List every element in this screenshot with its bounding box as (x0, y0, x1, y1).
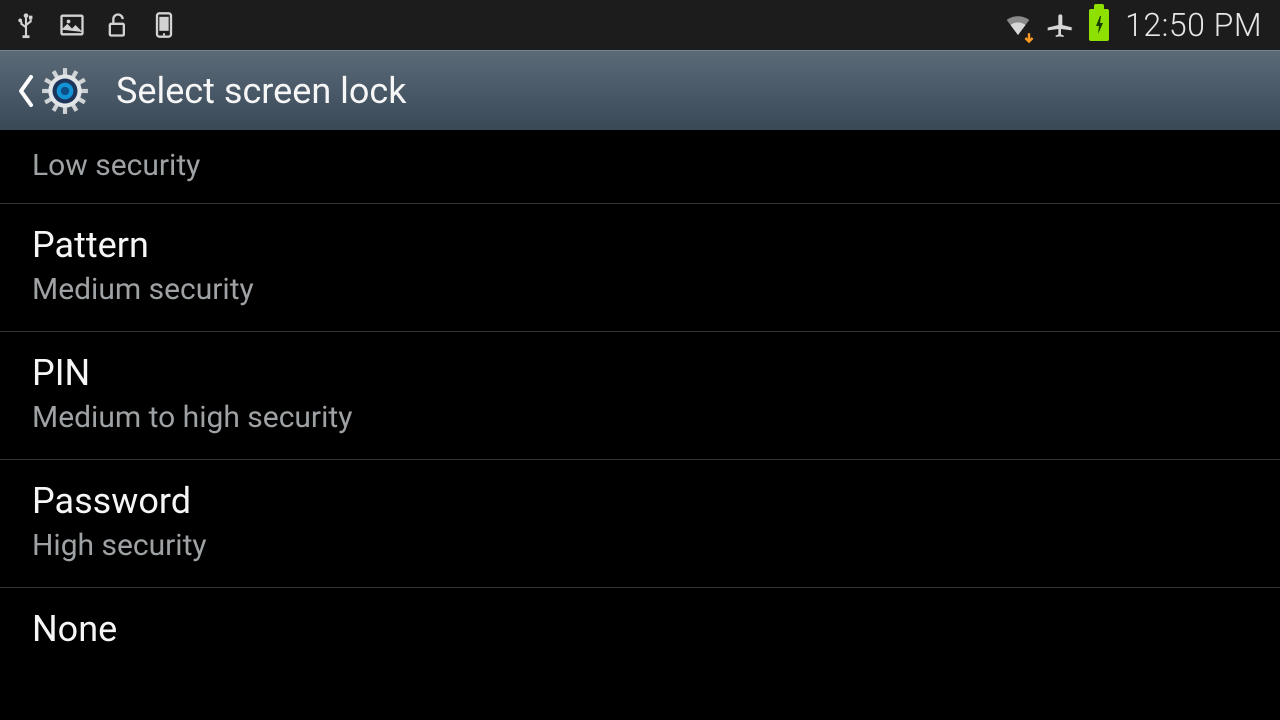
status-clock: 12:50 PM (1125, 6, 1262, 44)
chevron-left-icon (12, 71, 38, 111)
settings-gear-icon (38, 64, 92, 118)
unlock-icon (104, 11, 132, 39)
picture-icon (58, 11, 86, 39)
usb-icon (12, 11, 40, 39)
back-button[interactable] (12, 51, 100, 130)
option-password[interactable]: Password High security (0, 460, 1280, 588)
wifi-icon (1003, 10, 1033, 40)
option-pattern[interactable]: Pattern Medium security (0, 204, 1280, 332)
section-header: Low security (0, 130, 1280, 204)
option-subtitle: Medium security (32, 272, 1248, 307)
section-header-label: Low security (32, 148, 1248, 183)
battery-icon (1089, 9, 1109, 41)
page-title: Select screen lock (116, 70, 407, 112)
status-right: 12:50 PM (1003, 6, 1262, 44)
airplane-icon (1045, 9, 1077, 41)
option-subtitle: High security (32, 528, 1248, 563)
option-title: None (32, 608, 1248, 650)
action-bar: Select screen lock (0, 50, 1280, 130)
option-title: Pattern (32, 224, 1248, 266)
option-none[interactable]: None (0, 588, 1280, 674)
mobile-icon (150, 11, 178, 39)
status-bar: 12:50 PM (0, 0, 1280, 50)
option-title: PIN (32, 352, 1248, 394)
option-title: Password (32, 480, 1248, 522)
option-pin[interactable]: PIN Medium to high security (0, 332, 1280, 460)
lock-options-list: Low security Pattern Medium security PIN… (0, 130, 1280, 674)
status-left (12, 11, 178, 39)
option-subtitle: Medium to high security (32, 400, 1248, 435)
